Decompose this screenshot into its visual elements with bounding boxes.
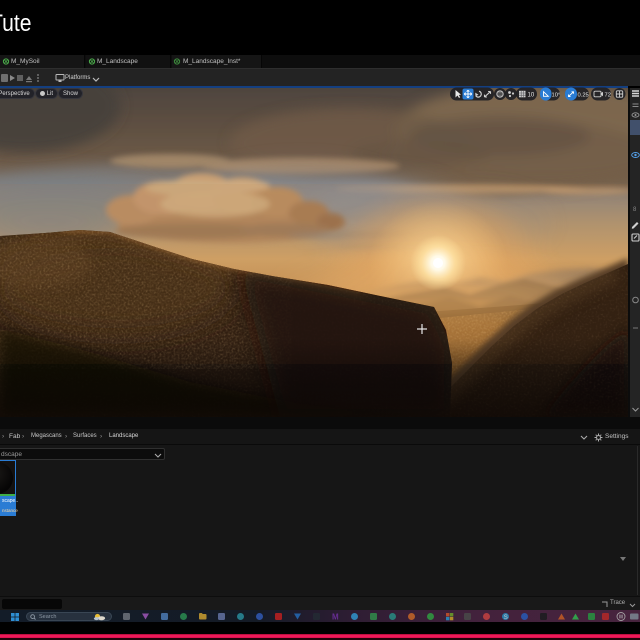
svg-text:0.25: 0.25 [578,92,589,98]
svg-text:10°: 10° [552,92,561,98]
svg-text:8: 8 [633,207,637,213]
svg-text:M: M [332,613,339,622]
svg-text:S: S [504,615,508,621]
svg-text:10: 10 [528,93,535,99]
svg-text:72: 72 [605,92,611,98]
